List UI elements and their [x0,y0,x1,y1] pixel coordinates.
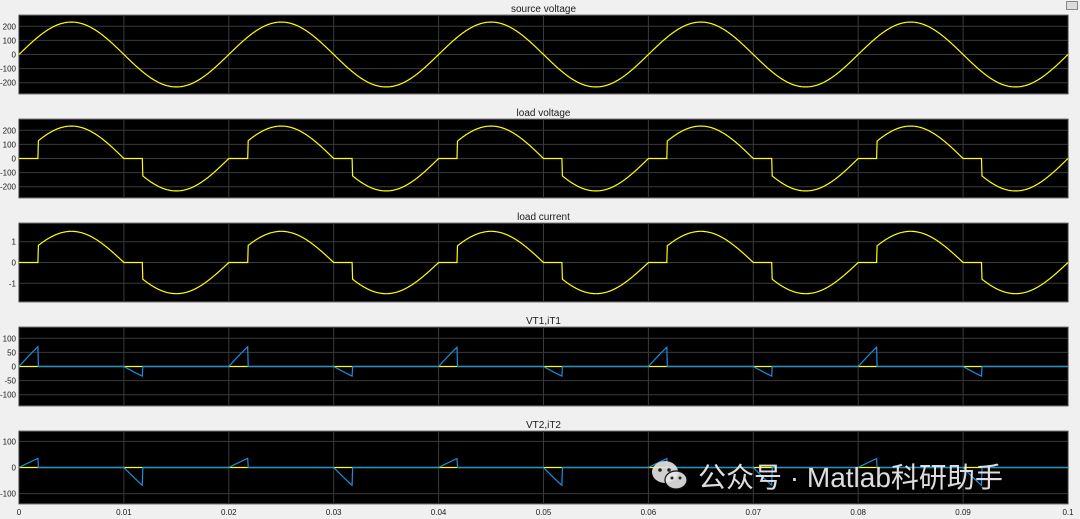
y-tick-label: 100 [3,437,17,446]
y-tick-label: 200 [3,22,17,31]
y-tick-label: -1 [9,279,17,288]
y-tick-label: 0 [12,51,17,60]
chart-title: VT1,iT1 [526,316,561,327]
x-tick-label: 0.08 [850,508,866,517]
chart-title: load current [517,212,570,223]
x-tick-label: 0.05 [536,508,552,517]
y-tick-label: -100 [0,391,17,400]
restore-window-button[interactable] [1066,1,1078,10]
y-tick-label: 0 [12,464,17,473]
y-tick-label: -50 [4,377,16,386]
x-tick-label: 0 [17,508,22,517]
y-tick-label: 100 [3,140,17,149]
y-tick-label: 200 [3,126,17,135]
scope-figure: source voltage2001000-100-200load voltag… [0,4,1074,517]
y-tick-label: 0 [12,363,17,372]
x-tick-label: 0.01 [116,508,132,517]
y-tick-label: 50 [7,348,16,357]
chart-title: VT2,iT2 [526,420,561,431]
x-tick-label: 0.06 [641,508,657,517]
y-tick-label: -100 [0,490,17,499]
x-tick-label: 0.07 [746,508,762,517]
x-tick-label: 0.03 [326,508,342,517]
y-tick-label: -100 [0,65,17,74]
x-tick-label: 0.1 [1062,508,1074,517]
y-tick-label: -100 [0,169,17,178]
y-tick-label: -200 [0,183,17,192]
x-tick-label: 0.09 [955,508,971,517]
y-tick-label: -200 [0,79,17,88]
x-tick-label: 0.04 [431,508,447,517]
y-tick-label: 0 [12,259,17,268]
x-tick-label: 0.02 [221,508,237,517]
y-tick-label: 100 [3,334,17,343]
y-tick-label: 0 [12,155,17,164]
chart-title: load voltage [517,108,571,119]
y-tick-label: 1 [12,238,17,247]
chart-title: source voltage [511,4,576,15]
y-tick-label: 100 [3,36,17,45]
